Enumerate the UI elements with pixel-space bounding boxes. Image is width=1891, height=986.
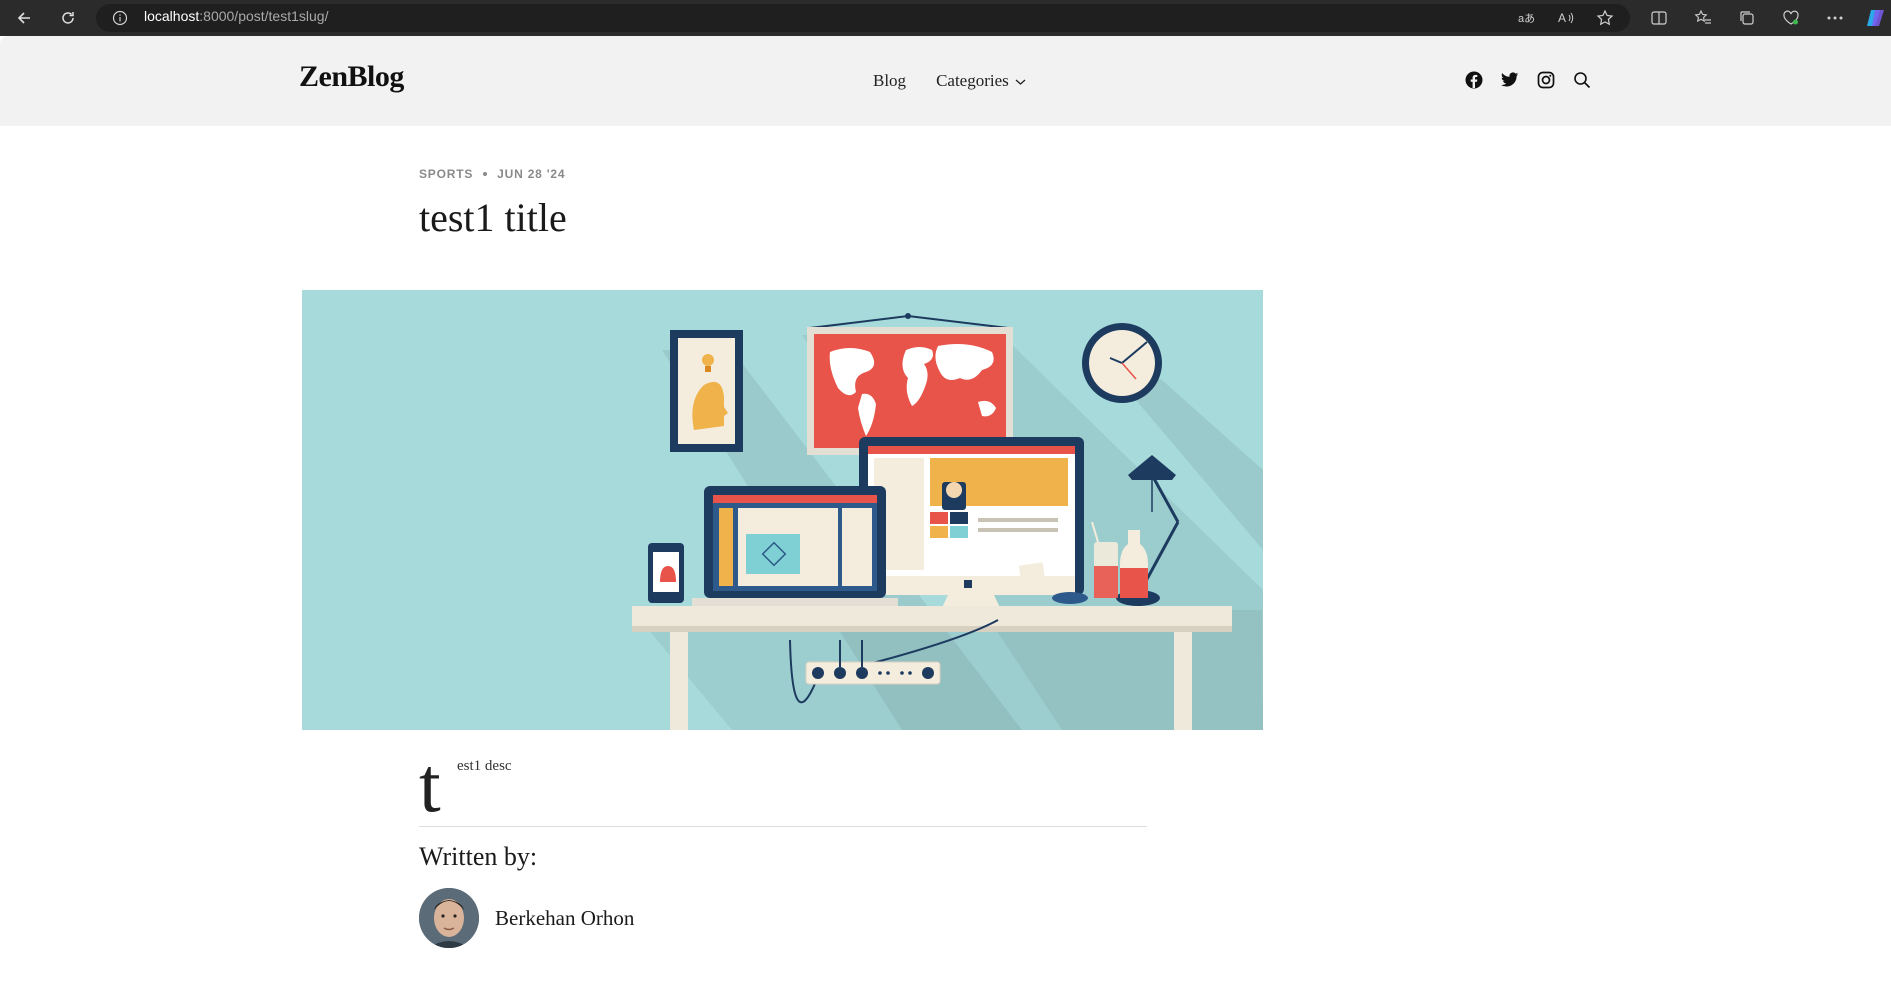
address-bar[interactable]: localhost:8000/post/test1slug/: [96, 4, 1630, 32]
site-info-icon[interactable]: [112, 10, 128, 26]
twitter-icon[interactable]: [1500, 70, 1519, 89]
nav-item-label: Blog: [873, 71, 907, 90]
facebook-icon[interactable]: [1464, 70, 1483, 89]
post-meta: SPORTS JUN 28 '24: [419, 167, 565, 181]
site-logo[interactable]: ZenBlog: [299, 60, 404, 94]
post-hero-image: [302, 290, 1263, 730]
copilot-icon[interactable]: [1864, 6, 1888, 30]
written-by-heading: Written by:: [419, 842, 538, 871]
collections-icon[interactable]: [1735, 6, 1759, 30]
author-name[interactable]: Berkehan Orhon: [495, 906, 634, 931]
browser-toolbar: localhost:8000/post/test1slug/ aあ A: [0, 0, 1891, 36]
search-icon[interactable]: [1572, 70, 1591, 89]
description-text: est1 desc: [457, 758, 512, 774]
meta-separator-dot: [483, 172, 488, 176]
post-title: test1 title: [419, 195, 567, 240]
browser-essentials-icon[interactable]: [1779, 6, 1803, 30]
post-category[interactable]: SPORTS: [419, 167, 473, 181]
social-links: [1464, 70, 1591, 89]
back-icon[interactable]: [12, 6, 36, 30]
translate-icon[interactable]: aあ: [1515, 6, 1539, 30]
url-path: :8000/post/test1slug/: [199, 8, 329, 24]
reload-icon[interactable]: [56, 6, 80, 30]
nav-item-blog[interactable]: Blog: [873, 71, 906, 91]
chevron-down-icon: [1015, 71, 1026, 91]
divider: [419, 826, 1147, 827]
svg-text:A: A: [1558, 11, 1566, 25]
url-host: localhost: [144, 8, 200, 24]
drop-cap: t: [419, 741, 441, 828]
split-screen-icon[interactable]: [1647, 6, 1671, 30]
url-text: localhost:8000/post/test1slug/: [144, 8, 328, 24]
nav-item-categories[interactable]: Categories: [936, 71, 1026, 91]
post-date: JUN 28 '24: [497, 167, 566, 181]
site-header: ZenBlog Blog Categories: [0, 36, 1891, 126]
more-options-icon[interactable]: [1823, 6, 1847, 30]
author-avatar[interactable]: [419, 888, 479, 948]
nav-item-label: Categories: [936, 71, 1009, 90]
post-description: t est1 desc: [419, 746, 1147, 826]
favorites-icon[interactable]: [1691, 6, 1715, 30]
main-nav: Blog Categories: [873, 71, 1026, 91]
svg-text:aあ: aあ: [1518, 12, 1535, 25]
favorite-star-icon[interactable]: [1593, 6, 1617, 30]
instagram-icon[interactable]: [1536, 70, 1555, 89]
author-block: Berkehan Orhon: [419, 888, 634, 948]
read-aloud-icon[interactable]: A: [1555, 6, 1579, 30]
